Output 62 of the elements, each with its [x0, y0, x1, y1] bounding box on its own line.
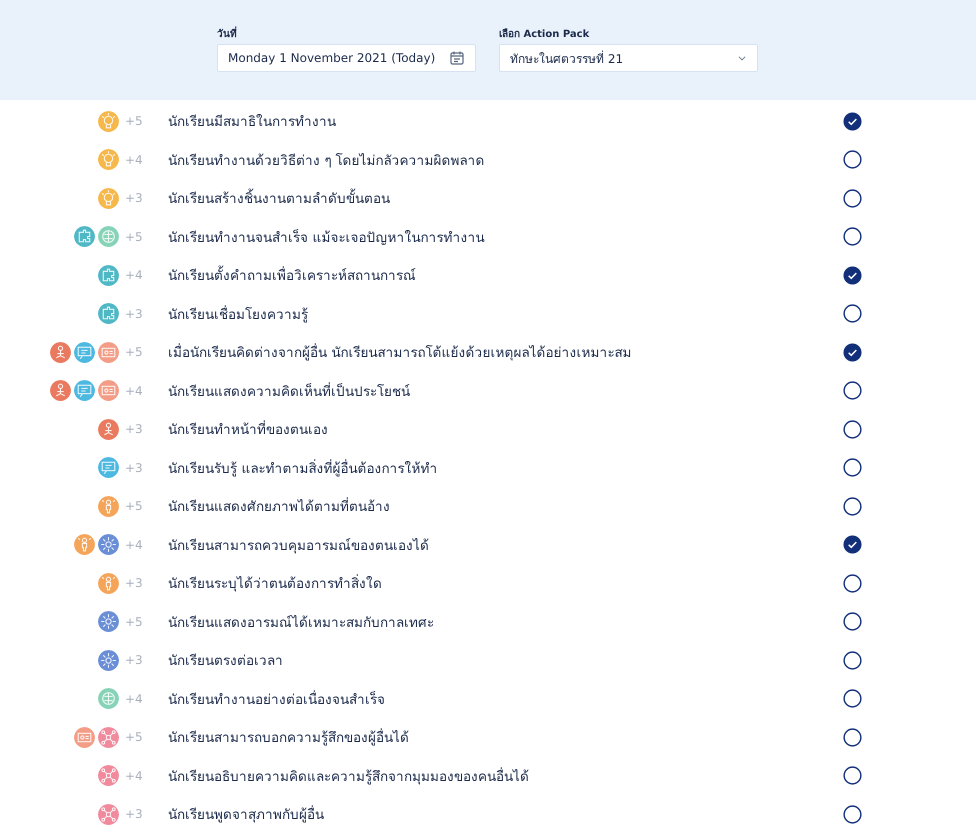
behavior-text: นักเรียนตั้งคำถามเพื่อวิเคราะห์สถานการณ์ — [168, 264, 838, 286]
check-circle[interactable] — [843, 304, 862, 324]
points-label: +4 — [124, 538, 144, 552]
behavior-text: นักเรียนแสดงศักยภาพได้ตามที่ตนอ้าง — [168, 496, 391, 518]
behavior-text: นักเรียนทำงานอย่างต่อเนื่องจนสำเร็จ — [168, 689, 386, 710]
points-label: +3 — [124, 306, 144, 321]
check-circle[interactable] — [843, 112, 862, 131]
points-label: +4 — [124, 152, 144, 167]
points-label: +3 — [124, 191, 144, 206]
points-label: +3 — [124, 576, 144, 590]
check-circle[interactable] — [843, 496, 862, 516]
behavior-text: นักเรียนแสดงความคิดเห็นที่เป็นประโยชน์ — [168, 381, 411, 402]
points-label: +3 — [124, 653, 144, 668]
check-circle[interactable] — [843, 150, 862, 170]
behavior-text: นักเรียนรับรู้ และทำตามสิ่งที่ผู้อื่นต้องการให้ทำ — [168, 458, 438, 479]
points-label: +3 — [124, 807, 144, 822]
points-label: +5 — [124, 614, 144, 629]
behavior-text: นักเรียนทำงานจนสำเร็จ แม้จะเจอปัญหาในการทำงาน — [168, 228, 486, 248]
points-label: +3 — [124, 422, 144, 436]
check-circle[interactable] — [843, 612, 862, 632]
action-pack-label: เลือก Action Pack — [499, 27, 590, 42]
check-circle[interactable] — [843, 689, 862, 708]
points-label: +3 — [124, 460, 144, 475]
points-label: +5 — [124, 499, 144, 514]
behavior-text: นักเรียนอธิบายความคิดและความรู้สึกจากมุมมองของคนอื่นได้ — [168, 766, 530, 787]
check-circle[interactable] — [843, 342, 862, 362]
check-circle[interactable] — [843, 766, 862, 786]
points-label: +4 — [124, 268, 144, 282]
check-circle[interactable] — [843, 650, 862, 670]
behavior-text: นักเรียนเชื่อมโยงความรู้ — [168, 304, 309, 325]
behavior-text: นักเรียนแสดงอารมณ์ได้เหมาะสมกับกาลเทศะ — [168, 614, 435, 633]
check-circle[interactable] — [843, 420, 862, 439]
behavior-text: นักเรียนพูดจาสุภาพกับผู้อื่น — [168, 804, 325, 826]
points-label: +4 — [124, 768, 144, 783]
points-label: +4 — [124, 692, 144, 706]
behavior-text: นักเรียนมีสมาธิในการทำงาน — [168, 113, 337, 132]
check-circle[interactable] — [843, 381, 862, 400]
check-circle[interactable] — [843, 804, 862, 824]
calendar-icon — [449, 50, 465, 66]
behavior-text: นักเรียนระบุได้ว่าตนต้องการทำสิ่งใด — [168, 573, 383, 594]
behavior-text: นักเรียนสามารถบอกความรู้สึกของผู้อื่นได้ — [168, 727, 410, 748]
check-circle[interactable] — [843, 728, 862, 747]
behavior-text: นักเรียนทำงานด้วยวิธีต่าง ๆ โดยไม่กลัวความผิดพลาด — [168, 152, 486, 171]
behavior-text: นักเรียนตรงต่อเวลา — [168, 652, 284, 672]
check-circle[interactable] — [843, 574, 862, 593]
check-circle[interactable] — [843, 188, 862, 208]
points-label: +5 — [124, 345, 144, 360]
date-label: วันที่ — [217, 26, 476, 44]
behavior-text: นักเรียนสามารถควบคุมอารมณ์ของตนเองได้ — [168, 536, 430, 556]
behavior-text: นักเรียนทำหน้าที่ของตนเอง — [168, 419, 329, 440]
points-label: +5 — [124, 114, 144, 128]
points-label: +4 — [124, 384, 144, 398]
check-circle[interactable] — [843, 535, 862, 554]
points-label: +5 — [124, 230, 144, 244]
behavior-text: เมื่อนักเรียนคิดต่างจากผู้อื่น นักเรียนสามารถโต้แย้งด้วยเหตุผลได้อย่างเหมาะสม — [168, 342, 632, 364]
check-circle[interactable] — [843, 227, 862, 246]
date-field[interactable]: Monday 1 November 2021 (Today) — [217, 44, 476, 72]
points-label: +5 — [124, 730, 144, 744]
check-circle[interactable] — [843, 266, 862, 285]
action-pack-dropdown[interactable]: ทักษะในศตวรรษที่ 21 — [499, 44, 758, 72]
behavior-text: นักเรียนสร้างชิ้นงานตามลำดับขั้นตอน — [168, 187, 838, 210]
check-circle[interactable] — [843, 458, 862, 478]
